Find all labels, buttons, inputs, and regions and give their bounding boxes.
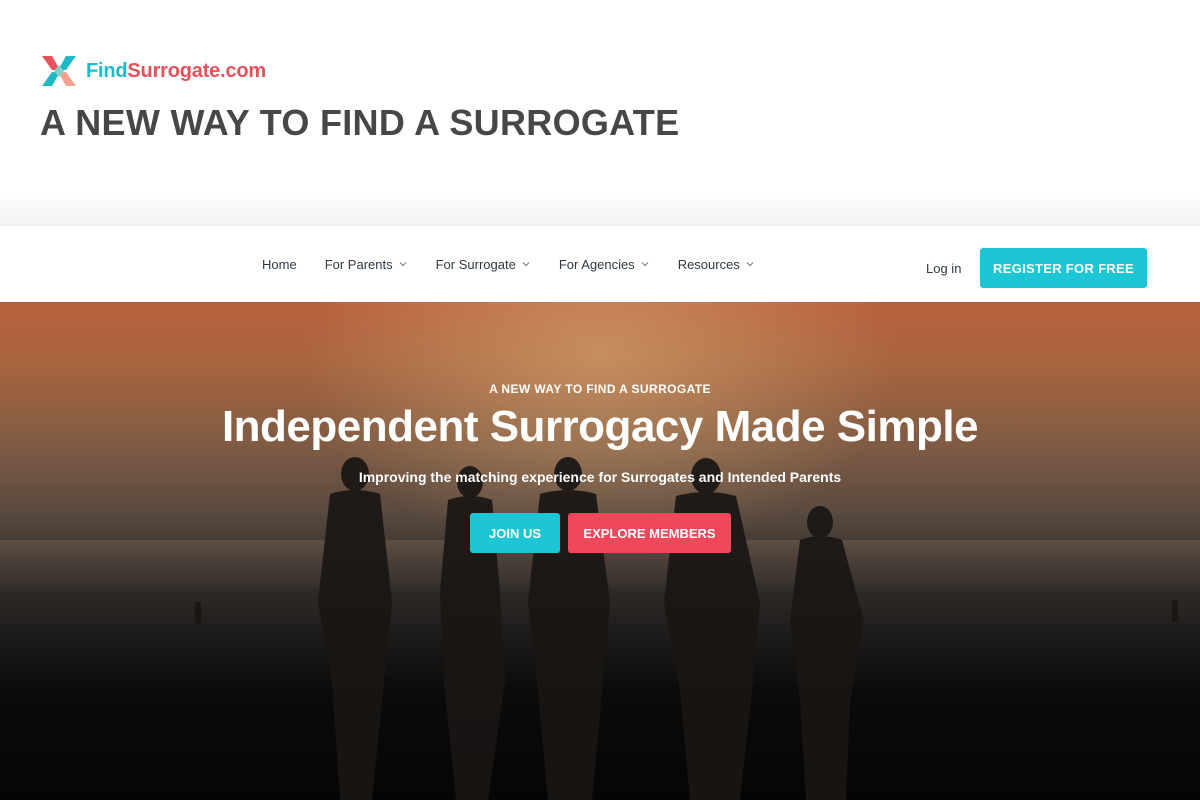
hero-section: A NEW WAY TO FIND A SURROGATE Independen… — [0, 302, 1200, 800]
hero-kicker: A NEW WAY TO FIND A SURROGATE — [489, 382, 711, 396]
join-us-button[interactable]: JOIN US — [470, 513, 560, 553]
nav-item-for-parents[interactable]: For Parents — [325, 257, 408, 272]
brand-name-part1: Find — [86, 59, 128, 82]
chevron-down-icon — [399, 262, 407, 267]
nav-item-label: Resources — [677, 256, 740, 272]
page-headline: A NEW WAY TO FIND A SURROGATE — [40, 102, 680, 143]
nav-item-for-surrogate[interactable]: For Surrogate — [436, 257, 531, 272]
chevron-down-icon — [522, 262, 530, 267]
nav-menu: Home For Parents For Surrogate For Agenc… — [262, 226, 783, 302]
hero-people-silhouettes-image — [195, 457, 1178, 800]
nav-item-label: Home — [262, 256, 297, 272]
nav-item-label: For Agencies — [558, 256, 635, 272]
hero-subtitle: Improving the matching experience for Su… — [358, 469, 842, 485]
chevron-down-icon — [641, 262, 649, 267]
nav-item-label: For Parents — [324, 256, 393, 272]
login-link[interactable]: Log in — [926, 226, 961, 310]
header-divider-fade — [0, 190, 1200, 228]
nav-item-home[interactable]: Home — [262, 257, 297, 272]
nav-item-label: For Surrogate — [435, 256, 516, 272]
brand-name-part2: Surrogate.com — [127, 59, 266, 82]
brand-name: FindSurrogate.com — [86, 60, 266, 83]
x-cross-logo-icon — [42, 56, 76, 86]
nav-item-resources[interactable]: Resources — [678, 257, 755, 272]
marketing-header: FindSurrogate.com A NEW WAY TO FIND A SU… — [0, 0, 1200, 228]
register-button[interactable]: REGISTER FOR FREE — [980, 248, 1147, 288]
brand-logo[interactable]: FindSurrogate.com — [40, 52, 266, 90]
chevron-down-icon — [746, 262, 754, 267]
explore-members-button[interactable]: EXPLORE MEMBERS — [568, 513, 731, 553]
hero-title: Independent Surrogacy Made Simple — [221, 402, 979, 451]
nav-item-for-agencies[interactable]: For Agencies — [559, 257, 650, 272]
